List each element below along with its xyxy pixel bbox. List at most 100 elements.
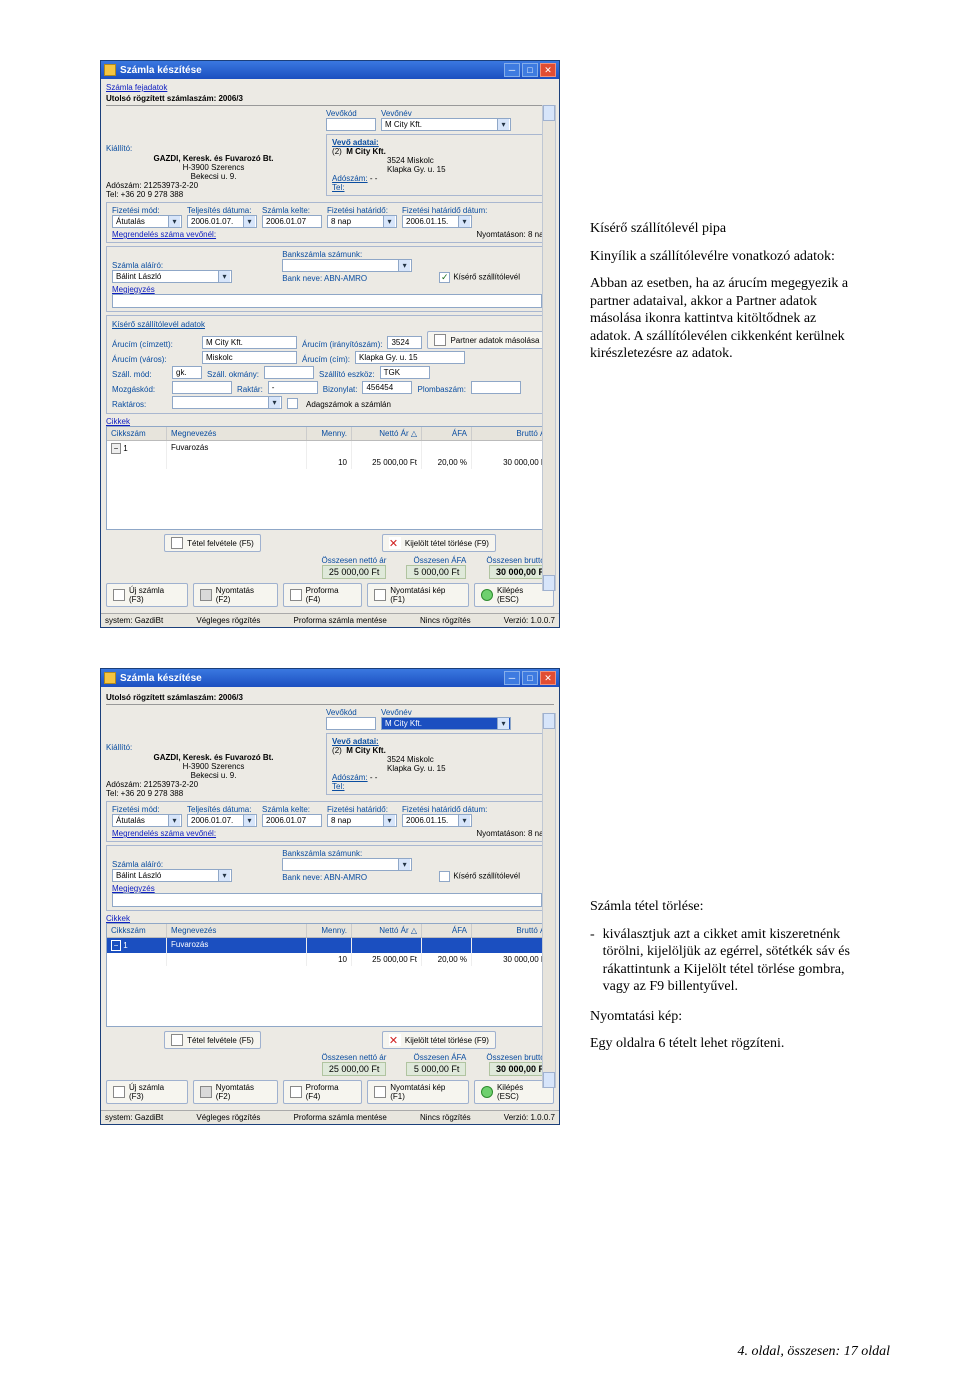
col-gross[interactable]: Bruttó Ár [472,427,553,440]
maximize-button[interactable]: □ [522,671,538,685]
note-input[interactable] [112,294,542,308]
note-input[interactable] [112,893,542,907]
col-name[interactable]: Megnevezés [167,924,307,937]
col-net[interactable]: Nettó Ár △ [352,427,422,440]
ship-zip-input[interactable]: 3524 [387,336,422,349]
app-icon [104,672,116,684]
ship-street-input[interactable]: Klapka Gy. u. 15 [355,351,465,364]
items-grid[interactable]: Cikkszám Megnevezés Menny. Nettó Ár △ ÁF… [106,426,554,530]
ship-store-input[interactable]: - [268,381,318,394]
bank-combo[interactable] [282,259,412,272]
items-header-link[interactable]: Cikkek [106,914,554,923]
col-itemno[interactable]: Cikkszám [107,427,167,440]
issue-date-input[interactable]: 2006.01.07 [262,215,322,228]
items-grid[interactable]: Cikkszám Megnevezés Menny. Nettó Ár △ ÁF… [106,923,554,1027]
col-qty[interactable]: Menny. [307,427,352,440]
col-gross[interactable]: Bruttó Ár [472,924,553,937]
table-row[interactable]: − 1 Fuvarozás [107,441,553,456]
copy-partner-button[interactable]: Partner adatok másolása [427,331,546,349]
vertical-scrollbar[interactable] [542,713,556,1088]
paymode-combo[interactable]: Átutalás [112,814,182,827]
ship-mode-input[interactable]: gk. [172,366,202,379]
note-link[interactable]: Megjegyzés [112,884,548,893]
buyer-name-combo[interactable]: M City Kft. [381,118,511,131]
bank-combo[interactable] [282,858,412,871]
add-item-button[interactable]: Tétel felvétele (F5) [164,1031,261,1049]
titlebar[interactable]: Számla készítése ─ □ ✕ [101,61,559,79]
invoice-header-link[interactable]: Számla fejadatok [106,83,554,92]
ship-handling-input[interactable] [172,381,232,394]
last-invoice-number: Utolsó rögzített számlaszám: 2006/3 [106,691,554,705]
issue-date-input[interactable]: 2006.01.07 [262,814,322,827]
maximize-button[interactable]: □ [522,63,538,77]
col-vat[interactable]: ÁFA [422,924,472,937]
col-qty[interactable]: Menny. [307,924,352,937]
ship-recipient-input[interactable]: M City Kft. [202,336,297,349]
new-invoice-button[interactable]: Új számla (F3) [106,583,188,607]
total-vat-label: Összesen ÁFA [406,556,466,565]
table-row-selected[interactable]: − 1 Fuvarozás [107,938,553,953]
status-record: Nincs rögzítés [420,616,471,625]
due-combo[interactable]: 8 nap [327,215,397,228]
delivery-note-checkbox[interactable]: ✓ [439,272,450,283]
exit-icon [481,1086,493,1098]
ship-city-input[interactable]: Miskolc [202,351,297,364]
delivery-note-label: Kísérő szállítólevél [453,273,520,282]
side2-p3: Egy oldalra 6 tételt lehet rögzíteni. [590,1035,860,1053]
add-item-button[interactable]: Tétel felvétele (F5) [164,534,261,552]
table-row[interactable]: 10 25 000,00 Ft 20,00 % 30 000,00 Ft [107,456,553,469]
col-itemno[interactable]: Cikkszám [107,924,167,937]
proforma-button[interactable]: Proforma (F4) [283,583,363,607]
buyer-code-input[interactable] [326,717,376,730]
ship-tool-label: Szállító eszköz: [319,370,375,379]
ship-mode-label: Száll. mód: [112,370,167,379]
buyer-code-input[interactable] [326,118,376,131]
col-vat[interactable]: ÁFA [422,427,472,440]
buyer-tel-label: Tel: [332,183,344,192]
minimize-button[interactable]: ─ [504,63,520,77]
order-number-link[interactable]: Megrendelés száma vevőnél: [112,230,216,239]
vendor-tax: Adószám: 21253973-2-20 [106,181,321,190]
preview-button[interactable]: Nyomtatási kép (F1) [367,583,469,607]
ship-seal-input[interactable] [471,381,521,394]
buyer-name-combo[interactable]: M City Kft. [381,717,511,730]
signer-combo[interactable]: Bálint László [112,869,232,882]
print-button[interactable]: Nyomtatás (F2) [193,583,278,607]
new-invoice-button[interactable]: Új számla (F3) [106,1080,188,1104]
vertical-scrollbar[interactable] [542,105,556,591]
side-text-1: Kísérő szállítólevél pipa Kinyílik a szá… [590,220,860,373]
table-row[interactable]: 10 25 000,00 Ft 20,00 % 30 000,00 Ft [107,953,553,966]
ship-cert-input[interactable]: 456454 [362,381,412,394]
buyer-name: M City Kft. [346,147,386,156]
col-name[interactable]: Megnevezés [167,427,307,440]
delete-item-button[interactable]: Kijelölt tétel törlése (F9) [382,1031,496,1049]
titlebar[interactable]: Számla készítése ─ □ ✕ [101,669,559,687]
last-invoice-number: Utolsó rögzített számlaszám: 2006/3 [106,92,554,106]
ship-storekeeper-combo[interactable] [172,396,282,409]
print-button[interactable]: Nyomtatás (F2) [193,1080,278,1104]
due-date-combo[interactable]: 2006.01.15. [402,814,472,827]
paymode-combo[interactable]: Átutalás [112,215,182,228]
proforma-button[interactable]: Proforma (F4) [283,1080,363,1104]
ship-handling-label: Mozgáskód: [112,385,167,394]
ship-tool-input[interactable]: TGK [380,366,430,379]
ship-doc-input[interactable] [264,366,314,379]
due-date-combo[interactable]: 2006.01.15. [402,215,472,228]
preview-button[interactable]: Nyomtatási kép (F1) [367,1080,469,1104]
perf-date-input[interactable]: 2006.01.07. [187,215,257,228]
buyer-city: 3524 Miskolc [332,755,544,764]
minimize-button[interactable]: ─ [504,671,520,685]
note-link[interactable]: Megjegyzés [112,285,548,294]
col-net[interactable]: Nettó Ár △ [352,924,422,937]
batch-numbers-checkbox[interactable] [287,398,298,409]
side2-heading: Számla tétel törlése: [590,899,704,914]
due-combo[interactable]: 8 nap [327,814,397,827]
order-number-link[interactable]: Megrendelés száma vevőnél: [112,829,216,838]
close-button[interactable]: ✕ [540,63,556,77]
items-header-link[interactable]: Cikkek [106,417,554,426]
delete-item-button[interactable]: Kijelölt tétel törlése (F9) [382,534,496,552]
delivery-note-checkbox[interactable] [439,871,450,882]
perf-date-input[interactable]: 2006.01.07. [187,814,257,827]
close-button[interactable]: ✕ [540,671,556,685]
signer-combo[interactable]: Bálint László [112,270,232,283]
